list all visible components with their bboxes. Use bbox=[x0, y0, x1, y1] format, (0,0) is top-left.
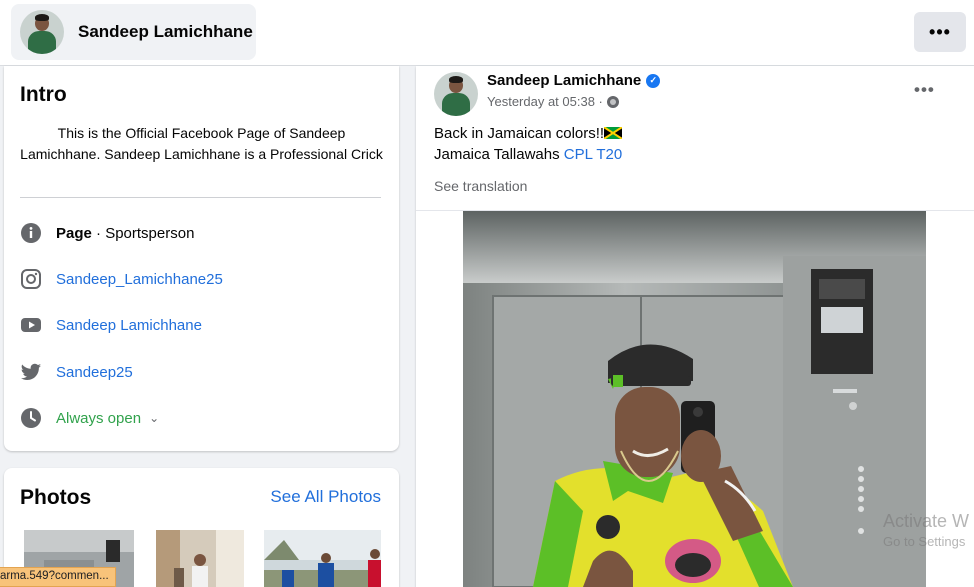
verified-badge-icon: ✓ bbox=[646, 73, 661, 88]
page-label: Page bbox=[56, 224, 92, 242]
clock-icon bbox=[20, 407, 42, 429]
cpl-t20-link[interactable]: CPL T20 bbox=[564, 146, 622, 163]
hours-status[interactable]: Always open bbox=[56, 410, 141, 427]
post-timestamp[interactable]: Yesterday at 05:38 · bbox=[487, 94, 619, 109]
post-author-name[interactable]: Sandeep Lamichhane bbox=[487, 72, 641, 89]
post-line-2: Jamaica Tallawahs bbox=[434, 145, 564, 163]
intro-bio: This is the Official Facebook Page of Sa… bbox=[20, 125, 383, 162]
page-name[interactable]: Sandeep Lamichhane bbox=[78, 22, 253, 42]
activate-windows-watermark: Activate W Go to Settings bbox=[883, 511, 969, 549]
info-row-youtube[interactable]: Sandeep Lamichhane bbox=[20, 314, 202, 336]
youtube-icon bbox=[20, 314, 42, 336]
jamaica-flag-icon bbox=[604, 127, 623, 139]
see-all-photos-link[interactable]: See All Photos bbox=[270, 487, 381, 507]
post-author-avatar[interactable] bbox=[434, 72, 478, 116]
page-category: · Sportsperson bbox=[91, 224, 195, 242]
info-row-twitter[interactable]: Sandeep25 bbox=[20, 361, 133, 383]
chevron-down-icon[interactable]: ⌄ bbox=[149, 411, 159, 425]
photos-title: Photos bbox=[20, 486, 92, 509]
instagram-icon bbox=[20, 268, 42, 290]
info-row-instagram[interactable]: Sandeep_Lamichhane25 bbox=[20, 268, 223, 290]
link-status-bar: arma.549?commen... bbox=[0, 567, 116, 587]
instagram-link[interactable]: Sandeep_Lamichhane25 bbox=[56, 271, 223, 288]
twitter-icon bbox=[20, 361, 42, 383]
info-row-hours[interactable]: Always open ⌄ bbox=[20, 407, 159, 429]
more-horizontal-icon[interactable]: ••• bbox=[914, 12, 966, 52]
twitter-link[interactable]: Sandeep25 bbox=[56, 364, 133, 381]
post-author[interactable]: Sandeep Lamichhane ✓ bbox=[487, 72, 661, 89]
photo-thumbnail[interactable] bbox=[156, 530, 244, 587]
activate-title: Activate W bbox=[883, 511, 970, 531]
post-more-options-icon[interactable]: ••• bbox=[914, 80, 935, 100]
intro-card: Intro This is the Official Facebook Page… bbox=[4, 66, 399, 451]
post-photo[interactable] bbox=[463, 211, 926, 587]
activate-subtitle: Go to Settings bbox=[883, 534, 966, 549]
post-line-1: Back in Jamaican colors!! bbox=[434, 125, 605, 142]
post-time-text[interactable]: Yesterday at 05:38 · bbox=[487, 94, 603, 109]
info-icon bbox=[20, 222, 42, 244]
youtube-link[interactable]: Sandeep Lamichhane bbox=[56, 317, 202, 334]
globe-icon bbox=[606, 95, 619, 108]
see-translation-link[interactable]: See translation bbox=[434, 178, 527, 194]
post-text: Back in Jamaican colors!! Jamaica Tallaw… bbox=[434, 124, 622, 165]
intro-title: Intro bbox=[20, 83, 67, 106]
page-avatar[interactable] bbox=[20, 10, 64, 54]
divider bbox=[20, 197, 381, 198]
info-row-page-type: Page · Sportsperson bbox=[20, 222, 194, 244]
page-header: Sandeep Lamichhane ••• bbox=[0, 0, 974, 66]
page-profile-chip[interactable]: Sandeep Lamichhane bbox=[11, 4, 256, 60]
photo-thumbnail[interactable] bbox=[264, 530, 381, 587]
